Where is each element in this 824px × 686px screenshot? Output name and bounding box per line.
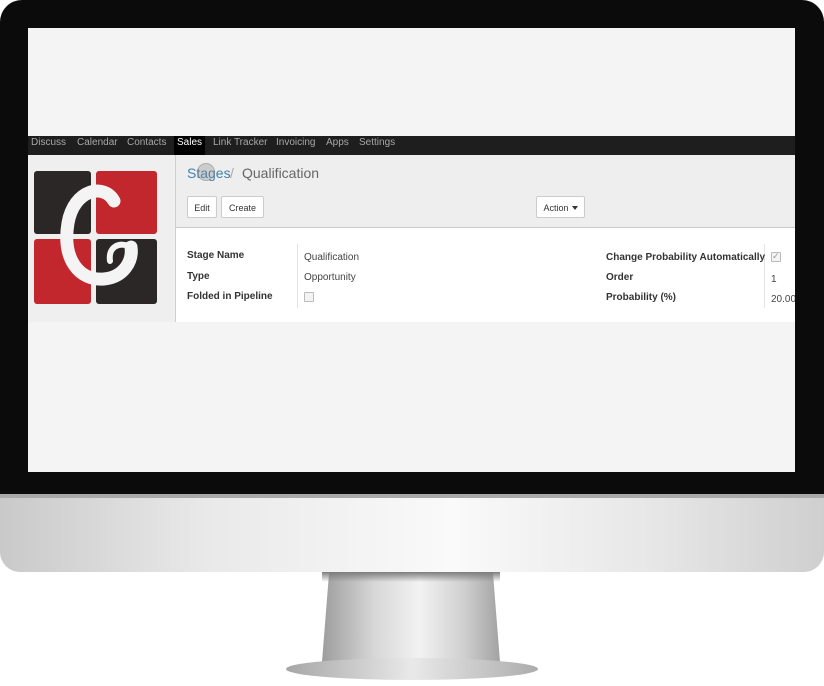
monitor-stand-foot: [286, 658, 538, 680]
mouse-cursor-icon: [197, 163, 215, 181]
type-value: Opportunity: [304, 272, 356, 283]
control-panel: Stages / Qualification Edit Create Actio…: [176, 155, 795, 228]
folded-in-pipeline-checkbox[interactable]: [304, 292, 314, 302]
nav-item-sales[interactable]: Sales: [174, 136, 206, 155]
order-label: Order: [606, 272, 634, 283]
top-navbar: Discuss Calendar Contacts Sales Link Tra…: [28, 136, 795, 155]
monitor-chin: [0, 494, 824, 572]
monitor-chin-edge: [0, 494, 824, 498]
stage-name-label: Stage Name: [187, 250, 245, 261]
action-label: Action: [543, 203, 569, 213]
nav-item-link-tracker[interactable]: Link Tracker: [213, 136, 267, 155]
checkmark-icon: ✓: [772, 251, 780, 261]
breadcrumb-separator: /: [230, 165, 234, 181]
folded-in-pipeline-label: Folded in Pipeline: [187, 291, 273, 302]
company-logo[interactable]: [34, 171, 157, 304]
nav-item-settings[interactable]: Settings: [359, 136, 395, 155]
screen: Discuss Calendar Contacts Sales Link Tra…: [28, 28, 795, 472]
probability-value: 20.00: [771, 294, 795, 305]
sidebar: [28, 155, 176, 322]
stage-name-value: Qualification: [304, 252, 360, 263]
nav-item-invoicing[interactable]: Invoicing: [276, 136, 315, 155]
action-dropdown-button[interactable]: Action: [536, 196, 585, 218]
edit-button[interactable]: Edit: [187, 196, 217, 218]
nav-item-apps[interactable]: Apps: [326, 136, 349, 155]
create-button[interactable]: Create: [221, 196, 264, 218]
breadcrumb-current: Qualification: [242, 165, 320, 181]
caret-down-icon: [571, 206, 578, 210]
change-probability-label: Change Probability Automatically: [606, 252, 766, 263]
nav-item-contacts[interactable]: Contacts: [127, 136, 166, 155]
type-label: Type: [187, 271, 210, 282]
probability-label: Probability (%): [606, 292, 677, 303]
nav-item-discuss[interactable]: Discuss: [31, 136, 66, 155]
field-divider-left: [297, 244, 298, 308]
nav-item-calendar[interactable]: Calendar: [77, 136, 118, 155]
monitor-stand-shadow: [322, 572, 500, 582]
monitor-stand-neck: [322, 572, 500, 662]
form-sheet: Stage Name Qualification Type Opportunit…: [176, 228, 795, 322]
order-value: 1: [771, 274, 777, 285]
